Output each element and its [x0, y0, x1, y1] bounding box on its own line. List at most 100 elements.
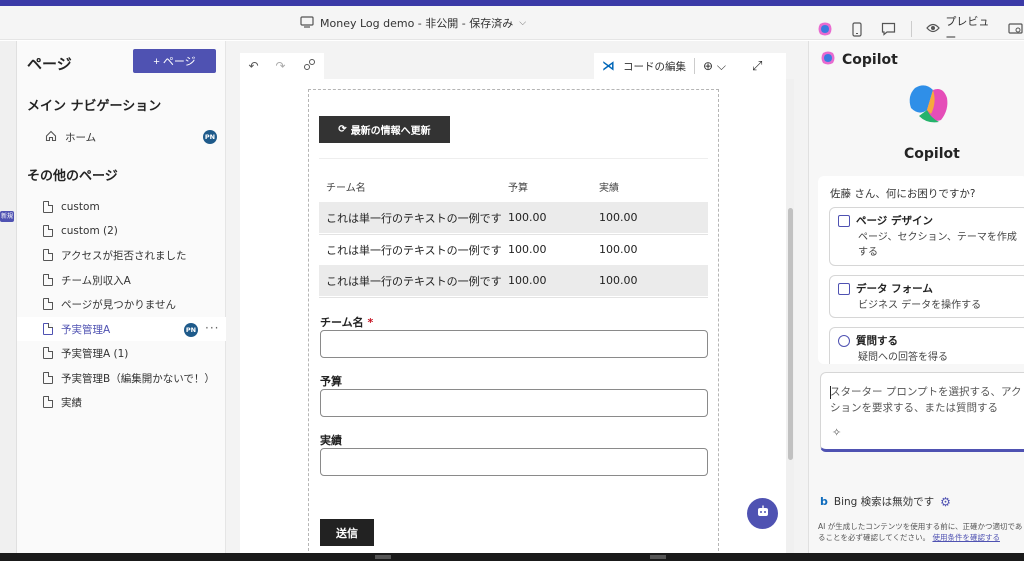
bing-status-text: Bing 検索は無効です: [833, 496, 935, 508]
table-icon: [838, 282, 850, 295]
column-header: 予算: [508, 183, 528, 194]
table-cell: 100.00: [508, 274, 547, 287]
suggestion-title: ページ デザイン: [856, 215, 933, 227]
page-icon: [43, 225, 53, 237]
bot-assistant-button[interactable]: [747, 498, 778, 529]
share-screen-icon[interactable]: [1006, 19, 1024, 39]
page-item[interactable]: 予実管理B（編集開かないで！）: [17, 366, 226, 390]
column-header: チーム名: [326, 183, 366, 194]
submit-button[interactable]: 送信: [320, 519, 374, 546]
site-title-text: Money Log demo - 非公開 - 保存済み: [320, 17, 514, 30]
page-item-label: 予実管理A: [61, 323, 111, 336]
code-edit-button[interactable]: コードの編集: [623, 59, 686, 74]
terms-link[interactable]: 使用条件を確認する: [932, 533, 1000, 542]
settings-gear-icon[interactable]: ⚙: [940, 495, 951, 509]
table-cell: これは単一行のテキストの一例です: [326, 274, 502, 288]
pages-title: ページ: [27, 55, 72, 73]
page-item[interactable]: ページが見つかりません: [17, 292, 226, 316]
divider: [694, 58, 695, 74]
suggestion-page-design[interactable]: ページ デザイン ページ、セクション、テーマを作成する: [829, 207, 1024, 266]
column-header: 実績: [599, 183, 619, 194]
refresh-icon: ⟳: [338, 124, 347, 135]
expand-icon[interactable]: ⤢: [752, 59, 762, 74]
question-icon: [838, 334, 850, 347]
top-bar: Money Log demo - 非公開 - 保存済み ⌵ プレビュー: [0, 6, 1024, 44]
sparkle-icon[interactable]: ✧: [832, 426, 841, 439]
page-item-label: 予実管理A (1): [61, 347, 129, 360]
table-row[interactable]: これは単一行のテキストの一例です 100.00 100.00: [319, 202, 708, 233]
suggestion-desc: 疑問への回答を得る: [858, 352, 948, 363]
page-icon: [43, 347, 53, 359]
table-cell: 100.00: [599, 211, 638, 224]
owner-avatar: PN: [184, 323, 198, 337]
redo-icon[interactable]: ↷: [275, 59, 285, 73]
eye-icon: [926, 23, 941, 36]
table-cell: 100.00: [508, 243, 547, 256]
data-table: チーム名 予算 実績 これは単一行のテキストの一例です 100.00 100.0…: [319, 158, 708, 298]
copilot-logo-icon: [905, 80, 953, 128]
page-item[interactable]: 予実管理A (1): [17, 341, 226, 365]
table-row[interactable]: これは単一行のテキストの一例です 100.00 100.00: [319, 265, 708, 296]
undo-icon[interactable]: ↶: [248, 59, 258, 73]
budget-label: 予算: [320, 375, 342, 388]
required-mark: *: [367, 316, 374, 329]
page-item-label: チーム別収入A: [61, 274, 131, 287]
zoom-icon[interactable]: ⊕ ⌵: [703, 59, 726, 74]
budget-input[interactable]: [320, 389, 708, 417]
ai-disclaimer: AI が生成したコンテンツを使用する前に、正確かつ適切であることを必ず確認してく…: [818, 521, 1024, 543]
copilot-icon[interactable]: [816, 19, 834, 39]
refresh-button[interactable]: ⟳ 最新の情報へ更新: [319, 116, 450, 143]
suggestion-ask[interactable]: 質問する 疑問への回答を得る: [829, 327, 1024, 364]
nav-item-home[interactable]: ホーム: [17, 125, 226, 149]
site-icon: [300, 15, 314, 31]
bing-status: b Bing 検索は無効です ⚙: [820, 494, 951, 509]
site-title[interactable]: Money Log demo - 非公開 - 保存済み ⌵: [300, 15, 526, 31]
copilot-header-title: Copilot: [842, 52, 898, 68]
bing-icon: b: [820, 495, 828, 508]
page-item-label: 実績: [61, 396, 82, 409]
suggestion-desc: ビジネス データを操作する: [858, 300, 982, 311]
mobile-icon[interactable]: [848, 19, 866, 39]
page-item-label: custom (2): [61, 225, 118, 237]
page-item[interactable]: チーム別収入A: [17, 268, 226, 292]
suggestion-title: 質問する: [856, 335, 898, 347]
field-label-text: チーム名: [320, 316, 364, 329]
prompt-placeholder: スターター プロンプトを選択する、アクションを要求する、または質問する: [830, 386, 1022, 414]
team-name-input[interactable]: [320, 330, 708, 358]
copilot-name: Copilot: [904, 146, 960, 162]
add-page-button[interactable]: + ページ: [133, 49, 216, 73]
page-item[interactable]: custom (2): [17, 219, 226, 243]
refresh-label: 最新の情報へ更新: [350, 126, 431, 137]
table-row[interactable]: これは単一行のテキストの一例です 100.00 100.00: [319, 234, 708, 265]
other-pages-heading: その他のページ: [27, 169, 118, 184]
comment-icon[interactable]: [880, 19, 898, 39]
page-item[interactable]: custom: [17, 195, 226, 219]
actual-label: 実績: [320, 434, 342, 447]
copilot-icon: [820, 50, 836, 70]
component-icon[interactable]: [303, 58, 316, 74]
scrollbar-thumb[interactable]: [788, 208, 793, 460]
page-icon: [43, 298, 53, 310]
table-cell: 100.00: [599, 274, 638, 287]
layout-icon: [838, 214, 850, 227]
home-icon: [45, 130, 57, 145]
taskbar-item: [375, 555, 391, 559]
actual-input[interactable]: [320, 448, 708, 476]
page-item[interactable]: 実績: [17, 390, 226, 414]
page-item-label: 予実管理B（編集開かないで！）: [61, 372, 215, 385]
page-icon: [43, 201, 53, 213]
owner-avatar: PN: [203, 130, 217, 144]
pages-panel: ページ + ページ メイン ナビゲーション ホーム PN その他のページ cus…: [17, 41, 226, 561]
more-options-icon[interactable]: ···: [205, 321, 219, 335]
page-item[interactable]: アクセスが拒否されました: [17, 243, 226, 267]
suggestion-title: データ フォーム: [856, 283, 933, 295]
suggestion-desc: ページ、セクション、テーマを作成する: [858, 232, 1017, 258]
nav-item-label: ホーム: [65, 131, 97, 144]
suggestion-data-form[interactable]: データ フォーム ビジネス データを操作する: [829, 275, 1024, 318]
table-cell: これは単一行のテキストの一例です: [326, 211, 502, 225]
taskbar-item: [650, 555, 666, 559]
new-badge: 新規: [0, 211, 14, 222]
copilot-header: Copilot: [820, 50, 898, 70]
page-icon: [43, 372, 53, 384]
editor-toolbar: ⋊ コードの編集 ⊕ ⌵ ⤢: [594, 53, 786, 79]
